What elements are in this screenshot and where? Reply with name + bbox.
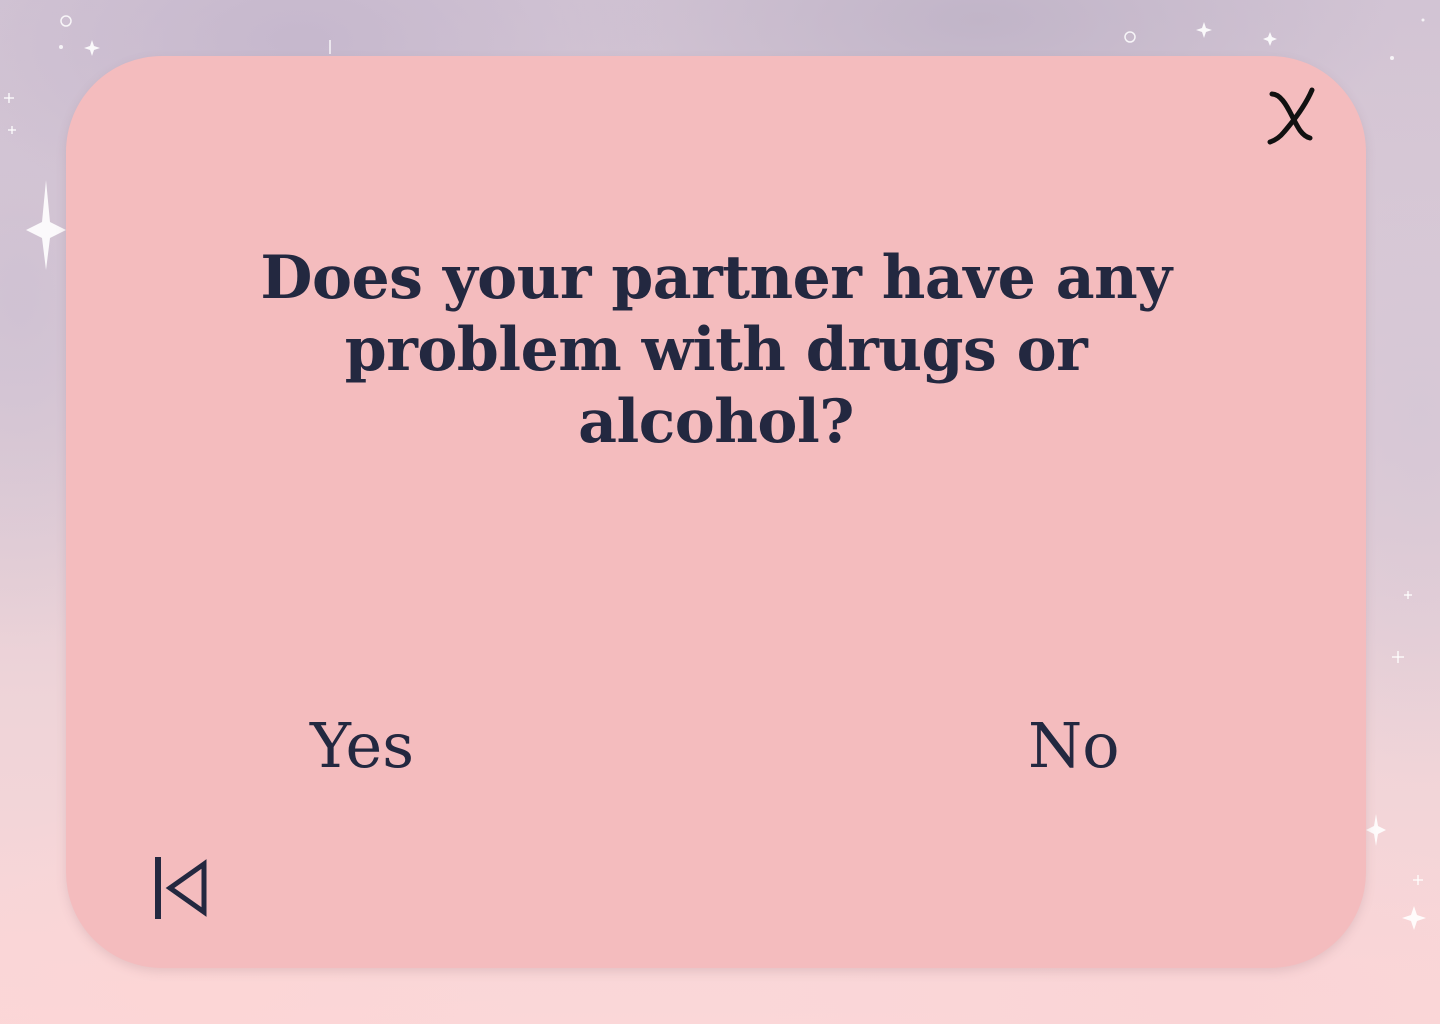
back-button[interactable] [152,856,212,920]
close-button[interactable] [1262,82,1326,152]
answer-no-button[interactable]: No [1028,708,1120,784]
answer-yes-button[interactable]: Yes [310,708,414,784]
question-card: Does your partner have any problem with … [66,56,1366,968]
question-text: Does your partner have any problem with … [260,243,1172,457]
close-icon [1267,87,1315,145]
skip-back-icon [155,857,207,919]
